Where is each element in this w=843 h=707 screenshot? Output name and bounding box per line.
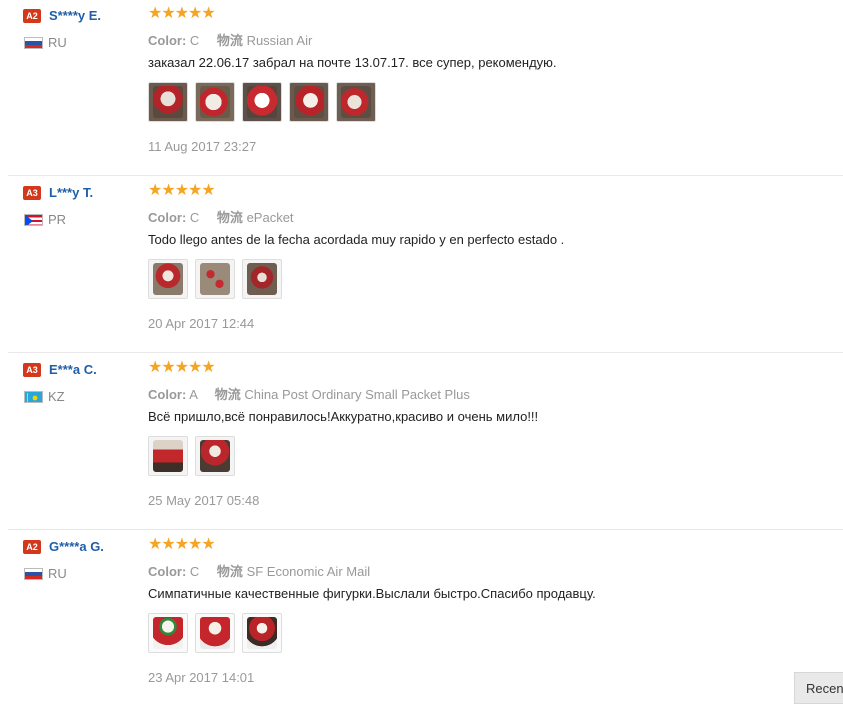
country-flag-icon bbox=[24, 37, 43, 49]
country-code: PR bbox=[48, 212, 67, 227]
reviewer-name[interactable]: E***a C. bbox=[49, 362, 97, 377]
shipping-label: 物流 bbox=[216, 564, 243, 579]
buyer-level-badge: A3 bbox=[23, 363, 41, 377]
order-info: Color: C 物流 SF Economic Air Mail bbox=[148, 561, 370, 580]
review-photo-thumbnail[interactable] bbox=[195, 613, 235, 653]
shipping-label: 物流 bbox=[216, 33, 243, 48]
review-photos bbox=[148, 613, 282, 653]
star-rating: ★★★★★ bbox=[148, 359, 216, 376]
review-date: 23 Apr 2017 14:01 bbox=[148, 670, 255, 685]
review-photo-thumbnail[interactable] bbox=[148, 613, 188, 653]
color-value: C bbox=[189, 210, 200, 225]
country-code: RU bbox=[48, 566, 67, 581]
review-photo-thumbnail[interactable] bbox=[148, 436, 188, 476]
shipping-label: 物流 bbox=[214, 387, 241, 402]
shipping-value: SF Economic Air Mail bbox=[246, 564, 371, 579]
review-text: заказал 22.06.17 забрал на почте 13.07.1… bbox=[148, 55, 557, 70]
color-value: C bbox=[189, 33, 200, 48]
country-flag-icon bbox=[24, 391, 43, 403]
review-photo-thumbnail[interactable] bbox=[195, 82, 235, 122]
country-code: KZ bbox=[48, 389, 65, 404]
review-photo-thumbnail[interactable] bbox=[148, 259, 188, 299]
color-value: C bbox=[189, 564, 200, 579]
order-info: Color: C 物流 ePacket bbox=[148, 207, 294, 226]
buyer-level-badge: A2 bbox=[23, 540, 41, 554]
color-value: A bbox=[189, 387, 198, 402]
order-info: Color: A 物流 China Post Ordinary Small Pa… bbox=[148, 384, 470, 403]
review-photo-thumbnail[interactable] bbox=[242, 259, 282, 299]
buyer-level-badge: A2 bbox=[23, 9, 41, 23]
star-rating: ★★★★★ bbox=[148, 536, 216, 553]
color-label: Color: bbox=[148, 564, 187, 579]
color-label: Color: bbox=[148, 33, 187, 48]
order-info: Color: C 物流 Russian Air bbox=[148, 30, 312, 49]
shipping-label: 物流 bbox=[216, 210, 243, 225]
reviewer-name[interactable]: S****y E. bbox=[49, 8, 101, 23]
review-photo-thumbnail[interactable] bbox=[195, 436, 235, 476]
review-date: 25 May 2017 05:48 bbox=[148, 493, 260, 508]
shipping-value: Russian Air bbox=[246, 33, 313, 48]
country-flag-icon bbox=[24, 214, 43, 226]
review-photo-thumbnail[interactable] bbox=[148, 82, 188, 122]
review-photo-thumbnail[interactable] bbox=[242, 613, 282, 653]
review-item: A2 S****y E. RU ★★★★★ Color: C 物流 Russia… bbox=[8, 0, 843, 176]
review-photo-thumbnail[interactable] bbox=[336, 82, 376, 122]
review-item: A3 E***a C. KZ ★★★★★ Color: A 物流 China P… bbox=[8, 354, 843, 530]
review-item: A2 G****a G. RU ★★★★★ Color: C 物流 SF Eco… bbox=[8, 531, 843, 707]
buyer-level-badge: A3 bbox=[23, 186, 41, 200]
review-text: Todo llego antes de la fecha acordada mu… bbox=[148, 232, 565, 247]
review-date: 20 Apr 2017 12:44 bbox=[148, 316, 255, 331]
review-photo-thumbnail[interactable] bbox=[195, 259, 235, 299]
shipping-value: ePacket bbox=[246, 210, 294, 225]
color-label: Color: bbox=[148, 387, 187, 402]
recent-sort-button[interactable]: Recent bbox=[794, 672, 843, 704]
star-rating: ★★★★★ bbox=[148, 5, 216, 22]
review-photos bbox=[148, 82, 376, 122]
review-photo-thumbnail[interactable] bbox=[289, 82, 329, 122]
review-text: Всё пришло,всё понравилось!Аккуратно,кра… bbox=[148, 409, 539, 424]
review-date: 11 Aug 2017 23:27 bbox=[148, 139, 257, 154]
reviewer-name[interactable]: L***y T. bbox=[49, 185, 93, 200]
reviewer-name[interactable]: G****a G. bbox=[49, 539, 104, 554]
review-photo-thumbnail[interactable] bbox=[242, 82, 282, 122]
review-photos bbox=[148, 259, 282, 299]
country-code: RU bbox=[48, 35, 67, 50]
review-text: Симпатичные качественные фигурки.Выслали… bbox=[148, 586, 596, 601]
shipping-value: China Post Ordinary Small Packet Plus bbox=[244, 387, 470, 402]
star-rating: ★★★★★ bbox=[148, 182, 216, 199]
color-label: Color: bbox=[148, 210, 187, 225]
review-item: A3 L***y T. PR ★★★★★ Color: C 物流 ePacket… bbox=[8, 177, 843, 353]
country-flag-icon bbox=[24, 568, 43, 580]
review-photos bbox=[148, 436, 235, 476]
